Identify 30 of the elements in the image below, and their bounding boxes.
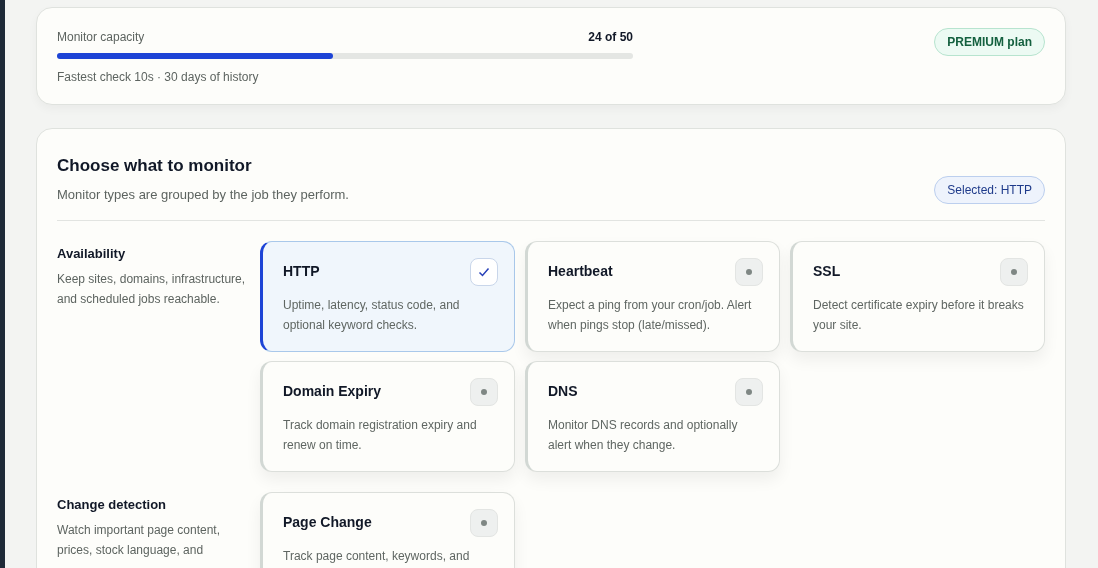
type-title: Page Change xyxy=(283,513,372,532)
group-title: Change detection xyxy=(57,496,168,514)
monitor-type-card[interactable]: DNS Monitor DNS records and optionally alert when they change. xyxy=(525,361,780,472)
group-description: Watch important page content, prices, stock language, and xyxy=(57,521,221,559)
selected-badge: Selected: HTTP xyxy=(934,176,1045,204)
monitor-type-card[interactable]: HTTP Uptime, latency, status code, and optional keyword checks. xyxy=(260,241,515,352)
section-subtitle: Monitor types are grouped by the job they perform. xyxy=(57,185,349,204)
type-description: Detect certificate expiry before it breaks your site. xyxy=(813,297,1025,334)
type-title: Domain Expiry xyxy=(283,382,382,401)
type-title: SSL xyxy=(813,262,841,281)
group-description: Keep sites, domains, infrastructure, and scheduled jobs reachable. xyxy=(57,270,247,308)
section-title: Choose what to monitor xyxy=(57,155,253,177)
type-title: DNS xyxy=(548,382,578,401)
capacity-note: Fastest check 10s · 30 days of history xyxy=(57,69,260,86)
capacity-label: Monitor capacity xyxy=(57,29,145,46)
group-title: Availability xyxy=(57,245,127,263)
type-description: Uptime, latency, status code, and optional keyword checks. xyxy=(283,297,461,334)
type-description: Expect a ping from your cron/job. Alert when pings stop (late/missed). xyxy=(548,297,753,334)
monitor-type-card[interactable]: Page Change Track page content, keywords, and xyxy=(260,492,515,568)
type-description: Track page content, keywords, and xyxy=(283,548,471,565)
monitor-type-card[interactable]: Domain Expiry Track domain registration expiry and renew on time. xyxy=(260,361,515,472)
type-title: Heartbeat xyxy=(548,262,613,281)
monitor-type-card[interactable]: SSL Detect certificate expiry before it breaks your site. xyxy=(790,241,1045,352)
type-title: HTTP xyxy=(283,262,320,281)
type-description: Monitor DNS records and optionally alert when they change. xyxy=(548,417,739,454)
check-icon xyxy=(470,258,498,286)
type-description: Track domain registration expiry and renew on time. xyxy=(283,417,478,454)
capacity-count: 24 of 50 xyxy=(588,29,633,46)
plan-badge: PREMIUM plan xyxy=(934,28,1045,56)
monitor-type-card[interactable]: Heartbeat Expect a ping from your cron/job. Alert when pings stop (late/missed). xyxy=(525,241,780,352)
